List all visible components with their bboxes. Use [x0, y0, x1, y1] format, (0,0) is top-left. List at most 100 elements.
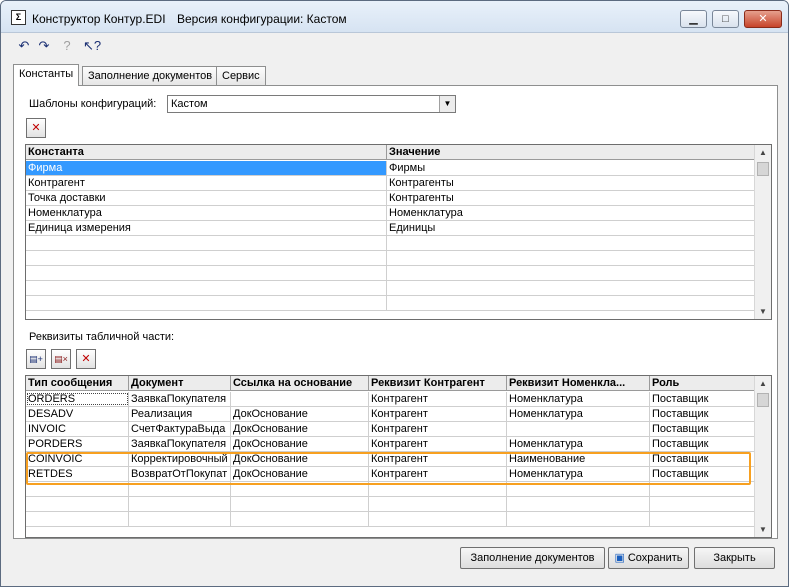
nomenclature-cell[interactable] — [507, 512, 650, 526]
base-link-cell[interactable]: ДокОснование — [231, 437, 369, 451]
table-row[interactable]: DESADV Реализация ДокОснование Контрагент Но… — [26, 407, 755, 422]
value-cell[interactable]: Единицы — [387, 221, 755, 235]
add-row-icon[interactable]: ▤+ — [26, 349, 46, 369]
role-cell[interactable]: Поставщик — [650, 407, 755, 421]
column-header-value[interactable]: Значение — [387, 145, 755, 160]
counterparty-cell[interactable]: Контрагент — [369, 422, 507, 436]
table-row[interactable]: Номенклатура Номенклатура — [26, 206, 755, 221]
column-header-message-type[interactable]: Тип сообщения — [26, 376, 129, 391]
role-cell[interactable]: Поставщик — [650, 392, 755, 406]
nomenclature-cell[interactable] — [507, 422, 650, 436]
nomenclature-cell[interactable]: Номенклатура — [507, 392, 650, 406]
scroll-up-icon[interactable]: ▲ — [755, 145, 771, 160]
undo-icon[interactable]: ↶ — [15, 37, 33, 55]
value-cell[interactable]: Контрагенты — [387, 176, 755, 190]
constant-cell[interactable] — [26, 296, 387, 310]
config-templates-select[interactable]: Кастом ▼ — [167, 95, 456, 113]
column-header-constant[interactable]: Константа — [26, 145, 387, 160]
table-row[interactable] — [26, 266, 755, 281]
constant-cell[interactable] — [26, 281, 387, 295]
column-header-base-link[interactable]: Ссылка на основание — [231, 376, 369, 391]
document-cell[interactable]: ЗаявкаПокупателя — [129, 437, 231, 451]
column-header-counterparty[interactable]: Реквизит Контрагент — [369, 376, 507, 391]
tab-constants[interactable]: Константы — [13, 64, 80, 86]
table-row[interactable]: ORDERS ЗаявкаПокупателя Контрагент Номенкла… — [26, 392, 755, 407]
tab-service[interactable]: Сервис — [216, 66, 266, 85]
table-row[interactable]: INVOIC СчетФактураВыда ДокОснование Контраг… — [26, 422, 755, 437]
table-row[interactable]: Фирма Фирмы — [26, 161, 755, 176]
table-row[interactable]: Контрагент Контрагенты — [26, 176, 755, 191]
tab-fill-documents[interactable]: Заполнение документов — [82, 66, 219, 85]
document-cell[interactable] — [129, 497, 231, 511]
delete-icon[interactable]: ✕ — [76, 349, 96, 369]
document-cell[interactable] — [129, 512, 231, 526]
table-row[interactable] — [26, 281, 755, 296]
chevron-down-icon[interactable]: ▼ — [439, 96, 455, 112]
counterparty-cell[interactable]: Контрагент — [369, 407, 507, 421]
scroll-up-icon[interactable]: ▲ — [755, 376, 771, 391]
constant-cell[interactable]: Контрагент — [26, 176, 387, 190]
whats-this-icon[interactable]: ↖? — [81, 37, 103, 55]
value-cell[interactable] — [387, 296, 755, 310]
table-row[interactable] — [26, 497, 755, 512]
nomenclature-cell[interactable]: Номенклатура — [507, 407, 650, 421]
constant-cell[interactable]: Фирма — [26, 161, 387, 175]
scroll-down-icon[interactable]: ▼ — [755, 304, 771, 319]
nomenclature-cell[interactable]: Номенклатура — [507, 437, 650, 451]
column-header-role[interactable]: Роль — [650, 376, 755, 391]
message-type-cell[interactable] — [26, 512, 129, 526]
table-row[interactable]: Единица измерения Единицы — [26, 221, 755, 236]
minimize-button[interactable]: ▁ — [680, 10, 707, 28]
table-row[interactable]: PORDERS ЗаявкаПокупателя ДокОснование Контр… — [26, 437, 755, 452]
constant-cell[interactable]: Единица измерения — [26, 221, 387, 235]
value-cell[interactable] — [387, 281, 755, 295]
value-cell[interactable]: Номенклатура — [387, 206, 755, 220]
base-link-cell[interactable] — [231, 392, 369, 406]
delete-row-icon[interactable]: ▤× — [51, 349, 71, 369]
table-row[interactable] — [26, 296, 755, 311]
redo-icon[interactable]: ↷ — [35, 37, 53, 55]
column-header-nomenclature[interactable]: Реквизит Номенкла... — [507, 376, 650, 391]
fill-documents-button[interactable]: Заполнение документов — [460, 547, 605, 569]
document-cell[interactable]: Реализация — [129, 407, 231, 421]
base-link-cell[interactable]: ДокОснование — [231, 422, 369, 436]
constant-cell[interactable] — [26, 236, 387, 250]
value-cell[interactable]: Фирмы — [387, 161, 755, 175]
constant-cell[interactable] — [26, 251, 387, 265]
base-link-cell[interactable] — [231, 512, 369, 526]
message-type-cell[interactable] — [26, 497, 129, 511]
nomenclature-cell[interactable] — [507, 497, 650, 511]
value-cell[interactable] — [387, 236, 755, 250]
role-cell[interactable] — [650, 512, 755, 526]
counterparty-cell[interactable]: Контрагент — [369, 437, 507, 451]
counterparty-cell[interactable] — [369, 497, 507, 511]
value-cell[interactable] — [387, 266, 755, 280]
scroll-down-icon[interactable]: ▼ — [755, 522, 771, 537]
role-cell[interactable]: Поставщик — [650, 437, 755, 451]
table-row[interactable] — [26, 512, 755, 527]
help-icon[interactable]: ? — [58, 37, 76, 55]
base-link-cell[interactable]: ДокОснование — [231, 407, 369, 421]
message-type-cell[interactable]: INVOIC — [26, 422, 129, 436]
delete-template-button[interactable]: ✕ — [26, 118, 46, 138]
value-cell[interactable] — [387, 251, 755, 265]
constant-cell[interactable]: Номенклатура — [26, 206, 387, 220]
role-cell[interactable]: Поставщик — [650, 422, 755, 436]
message-type-cell[interactable]: DESADV — [26, 407, 129, 421]
message-type-cell[interactable]: ORDERS — [26, 392, 129, 406]
scroll-thumb[interactable] — [757, 162, 769, 176]
document-cell[interactable]: ЗаявкаПокупателя — [129, 392, 231, 406]
table-row[interactable] — [26, 236, 755, 251]
document-cell[interactable]: СчетФактураВыда — [129, 422, 231, 436]
maximize-button[interactable]: □ — [712, 10, 739, 28]
message-type-cell[interactable]: PORDERS — [26, 437, 129, 451]
constant-cell[interactable] — [26, 266, 387, 280]
counterparty-cell[interactable]: Контрагент — [369, 392, 507, 406]
constant-cell[interactable]: Точка доставки — [26, 191, 387, 205]
table-row[interactable] — [26, 251, 755, 266]
base-link-cell[interactable] — [231, 497, 369, 511]
scroll-thumb[interactable] — [757, 393, 769, 407]
save-button[interactable]: ▣ Сохранить — [608, 547, 689, 569]
column-header-document[interactable]: Документ — [129, 376, 231, 391]
close-window-button[interactable]: ✕ — [744, 10, 782, 28]
